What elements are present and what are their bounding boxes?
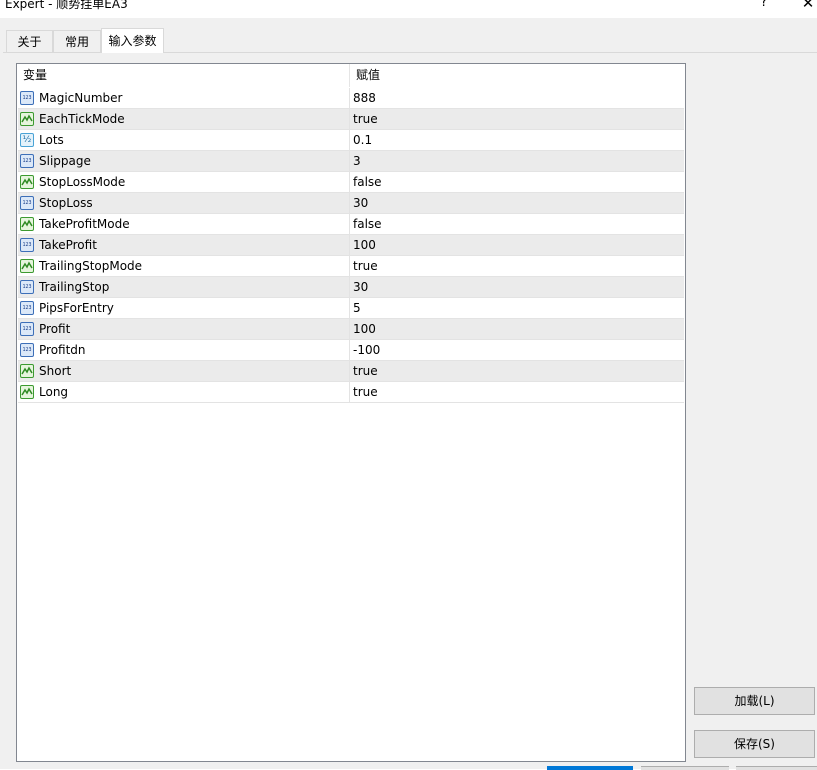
column-header-variable[interactable]: 变量 <box>17 64 349 87</box>
table-row[interactable]: TrailingStop 30 <box>18 277 684 298</box>
table-row[interactable]: Short true <box>18 361 684 382</box>
variable-value[interactable]: -100 <box>353 340 380 360</box>
table-row[interactable]: Lots 0.1 <box>18 130 684 151</box>
column-header-value[interactable]: 赋值 <box>350 64 684 87</box>
variable-value[interactable]: 0.1 <box>353 130 372 150</box>
table-row[interactable]: Profit 100 <box>18 319 684 340</box>
table-row[interactable]: PipsForEntry 5 <box>18 298 684 319</box>
variable-value[interactable]: 3 <box>353 151 361 171</box>
tab-inputs[interactable]: 输入参数 <box>101 28 164 53</box>
ok-button-edge[interactable] <box>547 766 633 770</box>
variable-name: Profitdn <box>39 343 86 357</box>
bool-icon <box>20 217 34 231</box>
window-title: Expert - 顺势挂单EA3 <box>5 0 128 11</box>
grid-rows: MagicNumber888EachTickModetrueLots0.1Sli… <box>18 88 684 403</box>
bool-icon <box>20 385 34 399</box>
variable-cell[interactable]: TakeProfitMode <box>18 214 350 234</box>
variable-value[interactable]: true <box>353 109 378 129</box>
double-icon <box>20 133 34 147</box>
table-row[interactable]: Slippage 3 <box>18 151 684 172</box>
tab-about[interactable]: 关于 <box>6 30 53 52</box>
variable-value[interactable]: 5 <box>353 298 361 318</box>
variable-cell[interactable]: Profitdn <box>18 340 350 360</box>
variable-cell[interactable]: StopLossMode <box>18 172 350 192</box>
variable-value[interactable]: true <box>353 256 378 276</box>
table-row[interactable]: Profitdn -100 <box>18 340 684 361</box>
variable-name: MagicNumber <box>39 91 123 105</box>
variable-name: TakeProfit <box>39 238 97 252</box>
grid-header: 变量 赋值 <box>17 64 685 87</box>
variable-value[interactable]: 100 <box>353 235 376 255</box>
variable-cell[interactable]: Lots <box>18 130 350 150</box>
variable-value[interactable]: 30 <box>353 277 368 297</box>
close-button[interactable]: ✕ <box>800 0 816 12</box>
variable-value[interactable]: 100 <box>353 319 376 339</box>
int-icon <box>20 343 34 357</box>
reset-button-edge[interactable] <box>736 766 817 770</box>
inputs-grid[interactable]: 变量 赋值 MagicNumber888EachTickModetrueLots… <box>16 63 686 762</box>
bool-icon <box>20 364 34 378</box>
variable-value[interactable]: 888 <box>353 88 376 108</box>
variable-value[interactable]: true <box>353 382 378 402</box>
variable-value[interactable]: 30 <box>353 193 368 213</box>
int-icon <box>20 322 34 336</box>
bool-icon <box>20 112 34 126</box>
variable-cell[interactable]: EachTickMode <box>18 109 350 129</box>
variable-cell[interactable]: StopLoss <box>18 193 350 213</box>
variable-name: Slippage <box>39 154 91 168</box>
table-row[interactable]: Long true <box>18 382 684 403</box>
variable-cell[interactable]: Profit <box>18 319 350 339</box>
int-icon <box>20 196 34 210</box>
variable-cell[interactable]: TakeProfit <box>18 235 350 255</box>
table-row[interactable]: EachTickMode true <box>18 109 684 130</box>
variable-name: Long <box>39 385 69 399</box>
variable-cell[interactable]: PipsForEntry <box>18 298 350 318</box>
variable-cell[interactable]: TrailingStopMode <box>18 256 350 276</box>
cancel-button-edge[interactable] <box>641 766 729 770</box>
int-icon <box>20 301 34 315</box>
table-row[interactable]: TakeProfitMode false <box>18 214 684 235</box>
variable-name: Lots <box>39 133 64 147</box>
int-icon <box>20 238 34 252</box>
table-row[interactable]: MagicNumber 888 <box>18 88 684 109</box>
variable-name: TrailingStopMode <box>39 259 143 273</box>
variable-name: Short <box>39 364 72 378</box>
title-bar: Expert - 顺势挂单EA3 ? ✕ <box>0 0 817 18</box>
variable-cell[interactable]: Long <box>18 382 350 402</box>
variable-name: EachTickMode <box>39 112 125 126</box>
table-row[interactable]: TakeProfit 100 <box>18 235 684 256</box>
save-button[interactable]: 保存(S) <box>694 730 815 758</box>
variable-name: StopLoss <box>39 196 93 210</box>
table-row[interactable]: StopLossMode false <box>18 172 684 193</box>
variable-name: Profit <box>39 322 71 336</box>
int-icon <box>20 154 34 168</box>
table-row[interactable]: StopLoss 30 <box>18 193 684 214</box>
variable-name: TrailingStop <box>39 280 110 294</box>
int-icon <box>20 280 34 294</box>
bool-icon <box>20 259 34 273</box>
variable-value[interactable]: false <box>353 172 382 192</box>
variable-value[interactable]: false <box>353 214 382 234</box>
table-row[interactable]: TrailingStopMode true <box>18 256 684 277</box>
load-button[interactable]: 加载(L) <box>694 687 815 715</box>
bool-icon <box>20 175 34 189</box>
int-icon <box>20 91 34 105</box>
variable-value[interactable]: true <box>353 361 378 381</box>
variable-cell[interactable]: Slippage <box>18 151 350 171</box>
variable-cell[interactable]: Short <box>18 361 350 381</box>
variable-name: PipsForEntry <box>39 301 114 315</box>
tab-common[interactable]: 常用 <box>53 30 101 52</box>
variable-cell[interactable]: MagicNumber <box>18 88 350 108</box>
help-button[interactable]: ? <box>756 0 772 10</box>
variable-name: StopLossMode <box>39 175 126 189</box>
variable-name: TakeProfitMode <box>39 217 130 231</box>
variable-cell[interactable]: TrailingStop <box>18 277 350 297</box>
